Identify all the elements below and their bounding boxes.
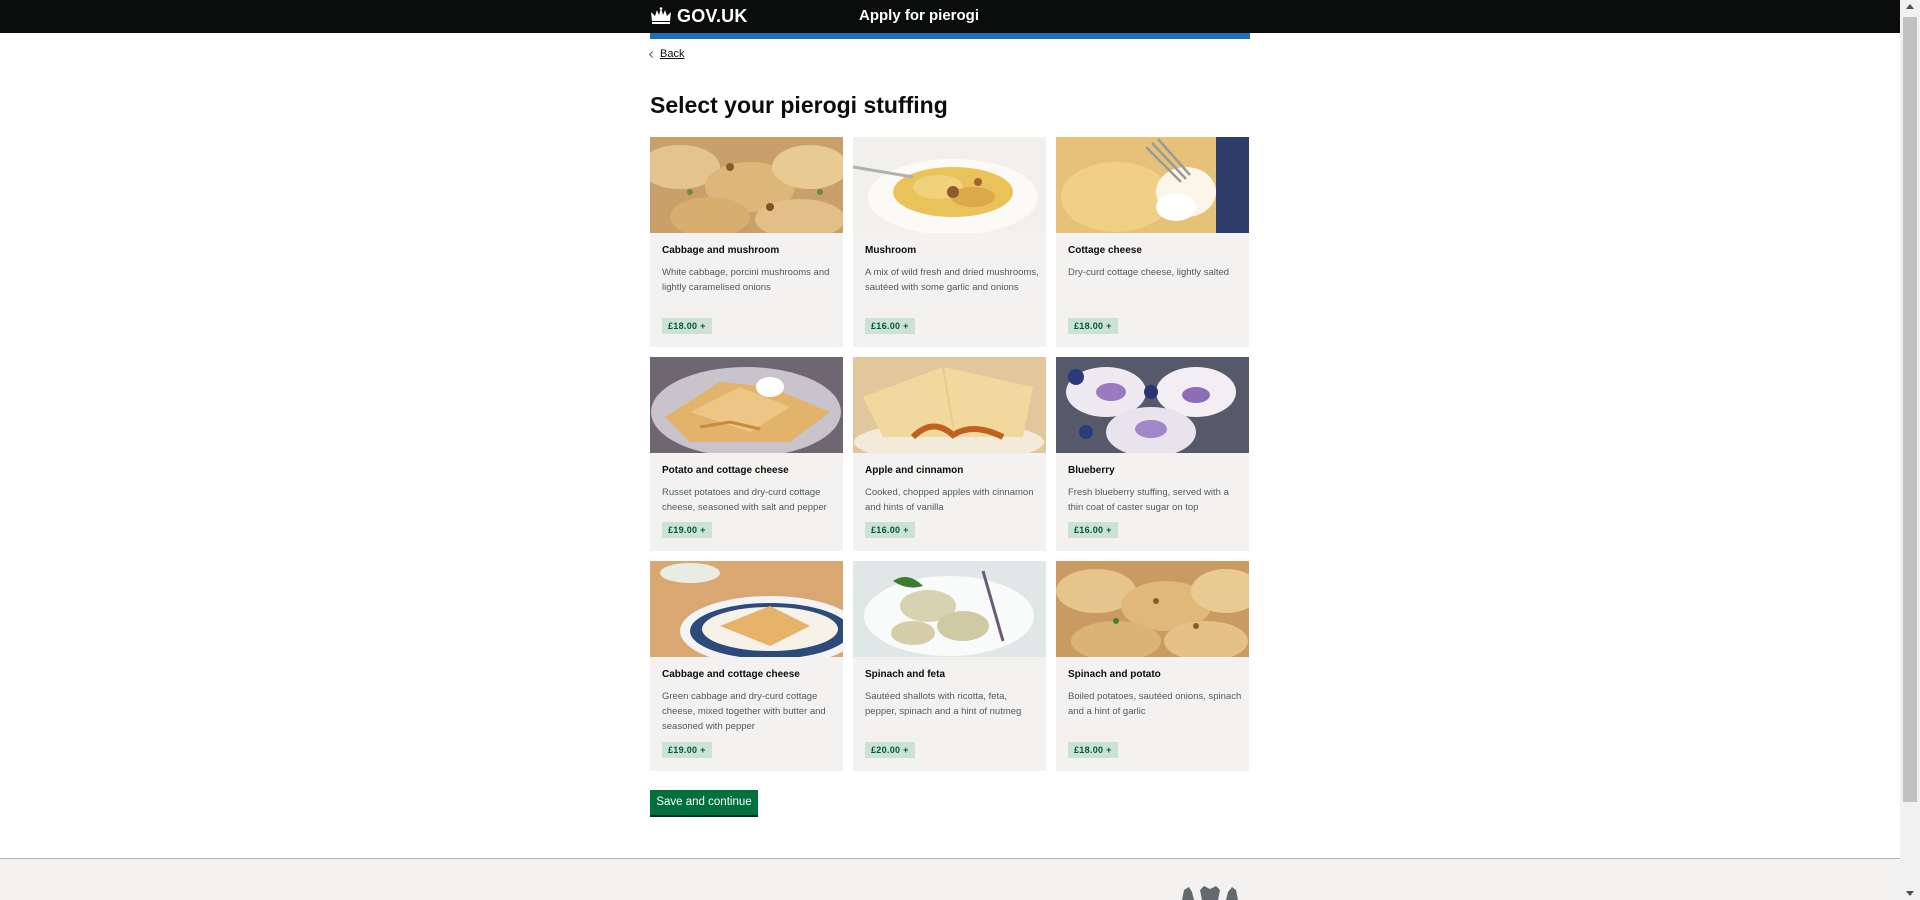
- stuffing-title: Spinach and feta: [865, 669, 946, 680]
- scroll-up-arrow-icon[interactable]: [1906, 4, 1914, 9]
- crown-icon: [651, 7, 671, 24]
- stuffing-image-blueberry: [1056, 357, 1249, 453]
- stuffing-card[interactable]: Spinach and feta Sautéed shallots with r…: [853, 561, 1046, 771]
- stuffing-image-apple-cinnamon: [853, 357, 1046, 453]
- stuffing-description: Fresh blueberry stuffing, served with a …: [1068, 487, 1229, 513]
- site-footer: [0, 858, 1900, 900]
- stuffing-image-spinach-potato: [1056, 561, 1249, 657]
- header-accent-bar: [650, 33, 1250, 39]
- stuffing-description: Dry-curd cottage cheese, lightly salted: [1068, 267, 1230, 278]
- header-container: GOV.UK Apply for pierogi: [650, 0, 1250, 33]
- price-tag: £20.00 +: [865, 742, 915, 758]
- price-tag: £16.00 +: [865, 318, 915, 334]
- back-link[interactable]: Back: [648, 48, 685, 60]
- stuffing-title: Spinach and potato: [1068, 669, 1161, 680]
- stuffing-card[interactable]: Spinach and potato Boiled potatoes, saut…: [1056, 561, 1249, 771]
- price-tag: £16.00 +: [865, 522, 915, 538]
- logo-text: GOV.UK: [677, 5, 748, 26]
- scroll-down-arrow-icon[interactable]: [1906, 891, 1914, 896]
- stuffing-title: Blueberry: [1068, 465, 1115, 476]
- stuffing-description: Green cabbage and dry-curd cottage chees…: [662, 691, 826, 732]
- stuffing-image-cabbage-cottage-cheese: [650, 561, 843, 657]
- price-tag: £16.00 +: [1068, 522, 1118, 538]
- stuffing-description: Sautéed shallots with ricotta, feta, pep…: [865, 691, 1022, 717]
- save-and-continue-button[interactable]: Save and continue: [650, 790, 758, 815]
- price-tag: £18.00 +: [662, 318, 712, 334]
- stuffing-image-mushroom: [853, 137, 1046, 233]
- stuffing-card[interactable]: Cabbage and cottage cheese Green cabbage…: [650, 561, 843, 771]
- stuffing-image-cottage-cheese: [1056, 137, 1249, 233]
- scrollbar-thumb[interactable]: [1903, 17, 1917, 802]
- stuffing-card[interactable]: Cabbage and mushroom White cabbage, porc…: [650, 137, 843, 347]
- stuffing-card[interactable]: Blueberry Fresh blueberry stuffing, serv…: [1056, 357, 1249, 551]
- stuffing-description: A mix of wild fresh and dried mushrooms,…: [865, 267, 1039, 293]
- stuffing-description: White cabbage, porcini mushrooms and lig…: [662, 267, 830, 293]
- stuffing-image-potato-cottage-cheese: [650, 357, 843, 453]
- stuffing-card[interactable]: Cottage cheese Dry-curd cottage cheese, …: [1056, 137, 1249, 347]
- stuffing-title: Mushroom: [865, 245, 917, 256]
- stuffing-description: Cooked, chopped apples with cinnamon and…: [865, 487, 1034, 513]
- stuffing-title: Potato and cottage cheese: [662, 465, 789, 476]
- page-title: Select your pierogi stuffing: [650, 92, 948, 118]
- stuffing-card[interactable]: Potato and cottage cheese Russet potatoe…: [650, 357, 843, 551]
- stuffing-card[interactable]: Apple and cinnamon Cooked, chopped apple…: [853, 357, 1046, 551]
- stuffing-title: Cabbage and cottage cheese: [662, 669, 800, 680]
- stuffing-title: Cabbage and mushroom: [662, 245, 780, 256]
- service-name[interactable]: Apply for pierogi: [859, 7, 979, 24]
- royal-coat-of-arms-icon: [1182, 886, 1238, 900]
- price-tag: £18.00 +: [1068, 742, 1118, 758]
- stuffing-description: Boiled potatoes, sautéed onions, spinach…: [1068, 691, 1242, 717]
- stuffing-card[interactable]: Mushroom A mix of wild fresh and dried m…: [853, 137, 1046, 347]
- price-tag: £19.00 +: [662, 522, 712, 538]
- stuffing-description: Russet potatoes and dry-curd cottage che…: [662, 487, 827, 513]
- govuk-logo[interactable]: GOV.UK: [650, 6, 748, 26]
- stuffing-title: Apple and cinnamon: [865, 465, 964, 476]
- chevron-left-icon: [648, 50, 657, 59]
- back-link-label: Back: [660, 48, 685, 60]
- stuffing-title: Cottage cheese: [1068, 245, 1142, 256]
- price-tag: £19.00 +: [662, 742, 712, 758]
- stuffing-image-cabbage-mushroom: [650, 137, 843, 233]
- site-header: GOV.UK Apply for pierogi: [0, 0, 1900, 33]
- price-tag: £18.00 +: [1068, 318, 1118, 334]
- stuffing-image-spinach-feta: [853, 561, 1046, 657]
- stuffing-options-grid: Cabbage and mushroom White cabbage, porc…: [650, 137, 1250, 772]
